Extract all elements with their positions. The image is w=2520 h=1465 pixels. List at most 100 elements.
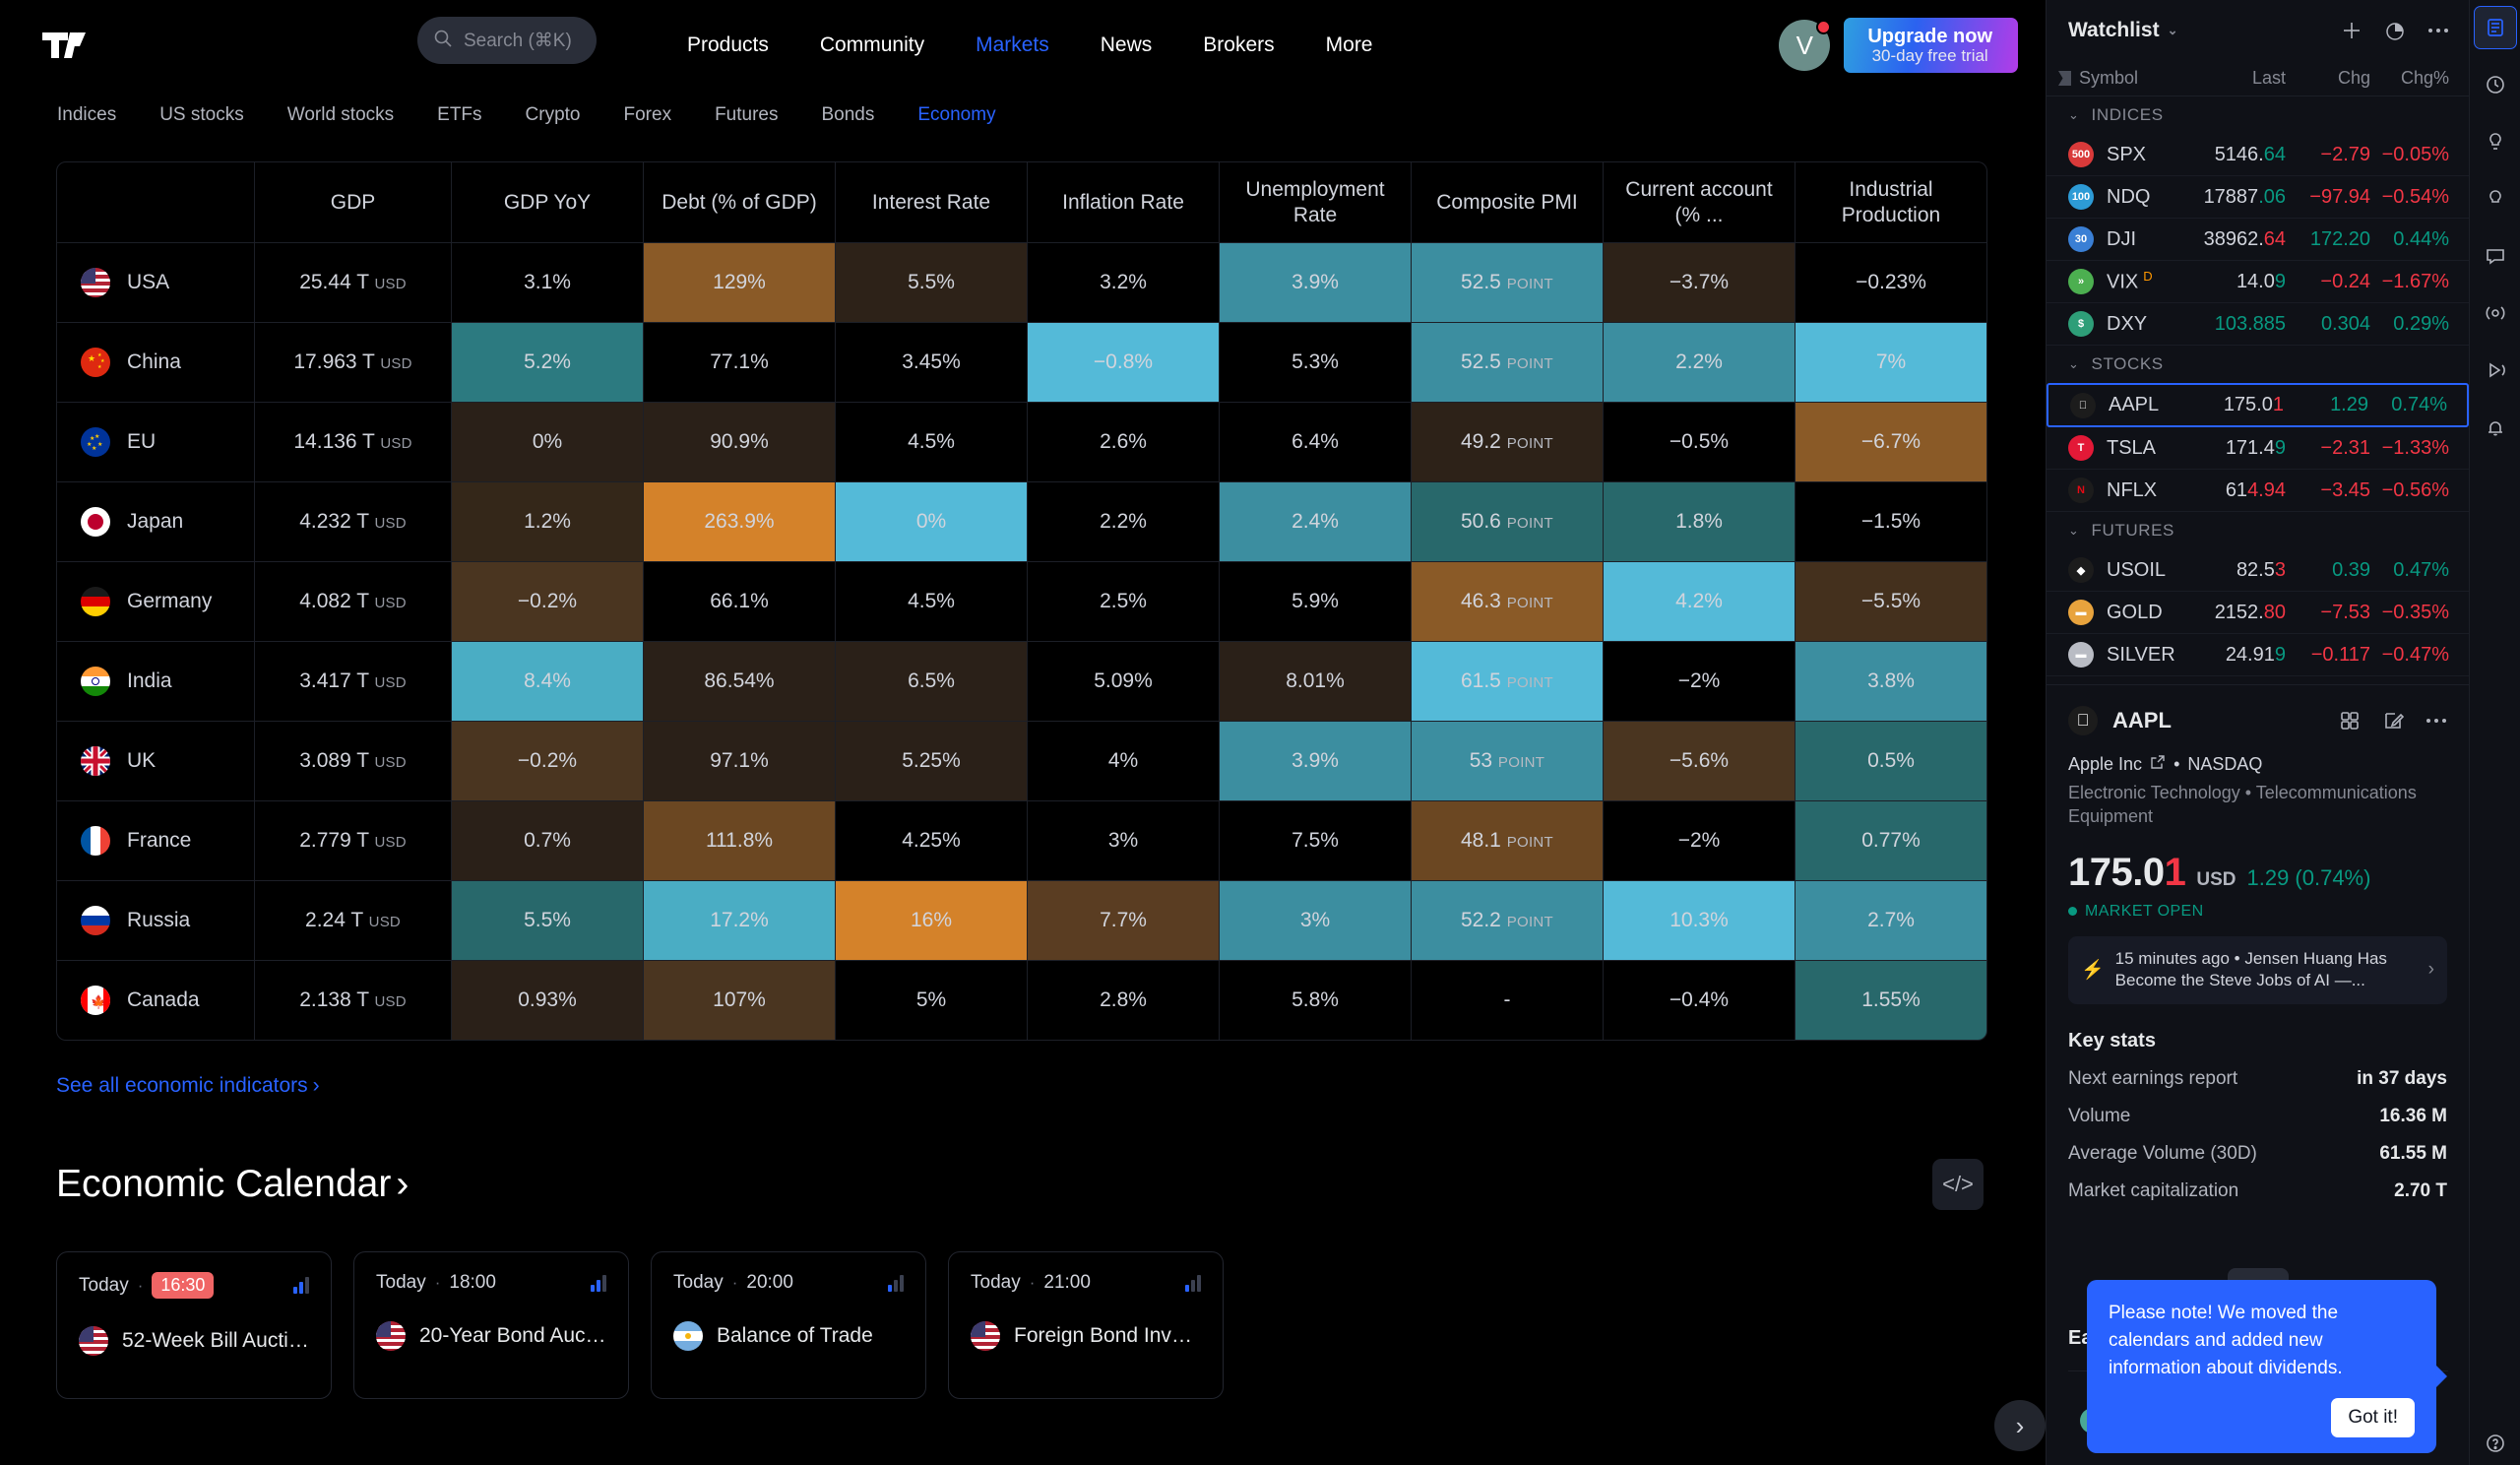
subnav-item-world-stocks[interactable]: World stocks (266, 104, 415, 126)
table-row[interactable]: Japan 4.232 T USD 1.2% 263.9% 0% 2.2% 2.4% 50.6… (56, 482, 1987, 562)
table-cell[interactable]: −0.2% (452, 562, 644, 642)
see-all-indicators-link[interactable]: See all economic indicators › (56, 1074, 320, 1098)
table-col-header[interactable]: Composite PMI (1412, 161, 1604, 243)
table-cell[interactable]: 1.2% (452, 482, 644, 562)
table-col-header-country[interactable] (56, 161, 255, 243)
watchlist-more-button[interactable] (2427, 27, 2449, 34)
watchlist-row[interactable]: $ DXY 103.885 0.304 0.29% (2047, 303, 2469, 346)
table-cell[interactable]: 0.77% (1796, 801, 1987, 881)
grid-view-button[interactable] (2339, 710, 2361, 732)
subnav-item-crypto[interactable]: Crypto (504, 104, 602, 126)
table-cell[interactable]: 2.779 T USD (255, 801, 452, 881)
economic-calendar-title[interactable]: Economic Calendar › (56, 1163, 409, 1206)
table-cell[interactable]: 5.25% (836, 722, 1028, 801)
subnav-item-bonds[interactable]: Bonds (800, 104, 897, 126)
table-cell[interactable]: 4.082 T USD (255, 562, 452, 642)
table-cell[interactable]: 2.24 T USD (255, 881, 452, 961)
watchlist-group-header[interactable]: ⌄ INDICES (2047, 96, 2469, 134)
table-cell-country[interactable]: 🍁 Canada (56, 961, 255, 1041)
table-cell[interactable]: 5.2% (452, 323, 644, 403)
watchlist-title[interactable]: Watchlist ⌄ (2068, 19, 2177, 42)
table-cell[interactable]: −2% (1604, 642, 1796, 722)
table-cell[interactable]: 5% (836, 961, 1028, 1041)
nav-link-brokers[interactable]: Brokers (1177, 33, 1299, 57)
table-row[interactable]: USA 25.44 T USD 3.1% 129% 5.5% 3.2% 3.9% 52.5 P… (56, 243, 1987, 323)
add-symbol-button[interactable] (2341, 20, 2362, 41)
table-cell[interactable]: 4.5% (836, 562, 1028, 642)
watchlist-row[interactable]: ◆ USOIL 82.53 0.39 0.47% (2047, 549, 2469, 592)
table-row[interactable]: 🍁 Canada 2.138 T USD 0.93% 107% 5% 2.8% 5.8% - −0… (56, 961, 1987, 1041)
calendar-card[interactable]: Today · 16:30 52-Week Bill Auction (56, 1251, 332, 1399)
table-cell[interactable]: 1.8% (1604, 482, 1796, 562)
table-cell[interactable]: 66.1% (644, 562, 836, 642)
table-col-header[interactable]: Debt (% of GDP) (644, 161, 836, 243)
table-cell[interactable]: 2.5% (1028, 562, 1220, 642)
table-cell[interactable]: −2% (1604, 801, 1796, 881)
table-cell[interactable]: 7.5% (1220, 801, 1412, 881)
watchlist-row[interactable]: » VIX D 14.09 −0.24 −1.67% (2047, 261, 2469, 303)
rail-item-idea-lamp[interactable] (2474, 177, 2517, 221)
table-cell[interactable]: 25.44 T USD (255, 243, 452, 323)
subnav-item-etfs[interactable]: ETFs (415, 104, 503, 126)
rail-item-alerts[interactable] (2474, 406, 2517, 449)
tooltip-got-it-button[interactable]: Got it! (2331, 1398, 2415, 1438)
watchlist-group-header[interactable]: ⌄ FUTURES (2047, 512, 2469, 549)
table-cell[interactable]: 7.7% (1028, 881, 1220, 961)
table-cell[interactable]: −6.7% (1796, 403, 1987, 482)
table-cell[interactable]: 0.5% (1796, 722, 1987, 801)
table-cell[interactable]: 3% (1028, 801, 1220, 881)
table-cell[interactable]: 50.6 POINT (1412, 482, 1604, 562)
user-avatar[interactable]: V (1779, 20, 1832, 71)
edit-note-button[interactable] (2382, 710, 2404, 732)
table-cell[interactable]: 49.2 POINT (1412, 403, 1604, 482)
table-cell[interactable]: 107% (644, 961, 836, 1041)
watchlist-chart-button[interactable] (2384, 20, 2406, 41)
table-cell[interactable]: 2.6% (1028, 403, 1220, 482)
table-cell-country[interactable]: Japan (56, 482, 255, 562)
table-cell[interactable]: 4.2% (1604, 562, 1796, 642)
upgrade-now-button[interactable]: Upgrade now 30-day free trial (1844, 18, 2018, 73)
table-row[interactable]: Russia 2.24 T USD 5.5% 17.2% 16% 7.7% 3% 52.2 P… (56, 881, 1987, 961)
rail-item-ideas[interactable] (2474, 120, 2517, 163)
table-cell[interactable]: 2.7% (1796, 881, 1987, 961)
embed-code-button[interactable]: </> (1932, 1159, 1984, 1210)
table-row[interactable]: France 2.779 T USD 0.7% 111.8% 4.25% 3% 7.5% 48… (56, 801, 1987, 881)
nav-link-more[interactable]: More (1300, 33, 1399, 57)
watchlist-row[interactable]:  AAPL 175.01 1.29 0.74% (2047, 383, 2469, 427)
nav-link-products[interactable]: Products (662, 33, 794, 57)
table-cell[interactable]: 4% (1028, 722, 1220, 801)
table-cell[interactable]: 10.3% (1604, 881, 1796, 961)
table-cell[interactable]: −5.6% (1604, 722, 1796, 801)
watchlist-col-chg[interactable]: Chg (2286, 68, 2370, 89)
table-cell[interactable]: 2.4% (1220, 482, 1412, 562)
table-cell[interactable]: 5.09% (1028, 642, 1220, 722)
table-cell[interactable]: 6.4% (1220, 403, 1412, 482)
table-col-header[interactable]: GDP (255, 161, 452, 243)
watchlist-col-last[interactable]: Last (2183, 68, 2286, 89)
table-cell[interactable]: 3.9% (1220, 243, 1412, 323)
table-cell[interactable]: 2.8% (1028, 961, 1220, 1041)
table-cell[interactable]: 5.9% (1220, 562, 1412, 642)
table-cell[interactable]: 5.8% (1220, 961, 1412, 1041)
table-cell[interactable]: - (1412, 961, 1604, 1041)
watchlist-group-header[interactable]: ⌄ STOCKS (2047, 346, 2469, 383)
table-cell[interactable]: 86.54% (644, 642, 836, 722)
rail-item-help[interactable] (2474, 1422, 2517, 1465)
subnav-item-economy[interactable]: Economy (896, 104, 1017, 126)
table-cell[interactable]: −3.7% (1604, 243, 1796, 323)
table-col-header[interactable]: Interest Rate (836, 161, 1028, 243)
table-cell[interactable]: 111.8% (644, 801, 836, 881)
table-cell[interactable]: 2.2% (1028, 482, 1220, 562)
table-cell[interactable]: 0.93% (452, 961, 644, 1041)
table-cell[interactable]: 14.136 T USD (255, 403, 452, 482)
watchlist-row[interactable]: ▬ GOLD 2152.80 −7.53 −0.35% (2047, 592, 2469, 634)
watchlist-row[interactable]: 30 DJI 38962.64 172.20 0.44% (2047, 219, 2469, 261)
table-cell-country[interactable]: ★ ★ ★ ★ China (56, 323, 255, 403)
table-cell[interactable]: 52.5 POINT (1412, 323, 1604, 403)
nav-link-community[interactable]: Community (794, 33, 950, 57)
external-link-icon[interactable] (2150, 754, 2166, 775)
table-col-header[interactable]: Industrial Production (1796, 161, 1987, 243)
table-col-header[interactable]: Inflation Rate (1028, 161, 1220, 243)
watchlist-col-symbol[interactable]: Symbol (2058, 68, 2183, 89)
table-cell[interactable]: 16% (836, 881, 1028, 961)
